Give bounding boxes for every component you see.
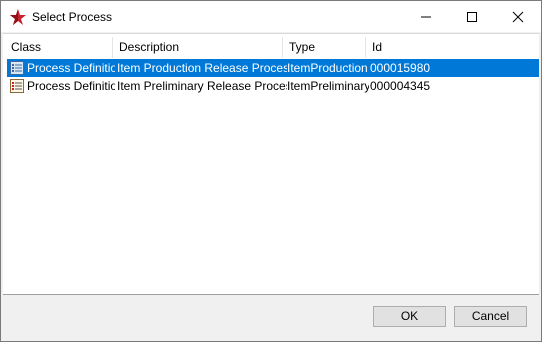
cell-type: ItemProduction xyxy=(287,61,368,75)
close-icon xyxy=(512,11,524,22)
app-star-icon xyxy=(10,9,26,25)
maximize-icon xyxy=(467,11,477,22)
cell-class: Process Definition xyxy=(27,79,115,93)
cell-id: 000004345 xyxy=(370,79,431,93)
column-header-type[interactable]: Type xyxy=(283,34,365,58)
title-bar: Select Process xyxy=(1,1,541,32)
cell-type: ItemPreliminary xyxy=(287,79,369,93)
column-header-label: Description xyxy=(119,40,180,54)
close-button[interactable] xyxy=(495,1,541,32)
process-list[interactable]: Class Description Type Id Process Defini… xyxy=(3,33,539,295)
column-header-description[interactable]: Description xyxy=(113,34,283,58)
window-title: Select Process xyxy=(32,10,113,24)
column-header-class[interactable]: Class xyxy=(5,34,111,58)
cell-description: Item Preliminary Release Process xyxy=(117,79,287,93)
column-header-label: Class xyxy=(11,40,42,54)
table-row[interactable]: Process Definition Item Production Relea… xyxy=(7,59,539,77)
cell-class: Process Definition xyxy=(27,61,115,75)
column-header-label: Type xyxy=(289,40,316,54)
table-row[interactable]: Process Definition Item Preliminary Rele… xyxy=(7,77,539,95)
maximize-button[interactable] xyxy=(449,1,495,32)
process-definition-icon xyxy=(10,61,24,75)
minimize-icon xyxy=(421,16,431,17)
cancel-button[interactable]: Cancel xyxy=(454,306,527,327)
column-header-label: Id xyxy=(372,40,383,54)
minimize-button[interactable] xyxy=(403,1,449,32)
column-header-id[interactable]: Id xyxy=(366,34,536,58)
list-header: Class Description Type Id xyxy=(3,34,539,58)
cell-description: Item Production Release Process xyxy=(117,61,287,75)
ok-button[interactable]: OK xyxy=(373,306,446,327)
process-definition-icon xyxy=(10,79,24,93)
cell-id: 000015980 xyxy=(370,61,431,75)
select-process-dialog: Select Process Class Description Type Id… xyxy=(0,0,542,342)
